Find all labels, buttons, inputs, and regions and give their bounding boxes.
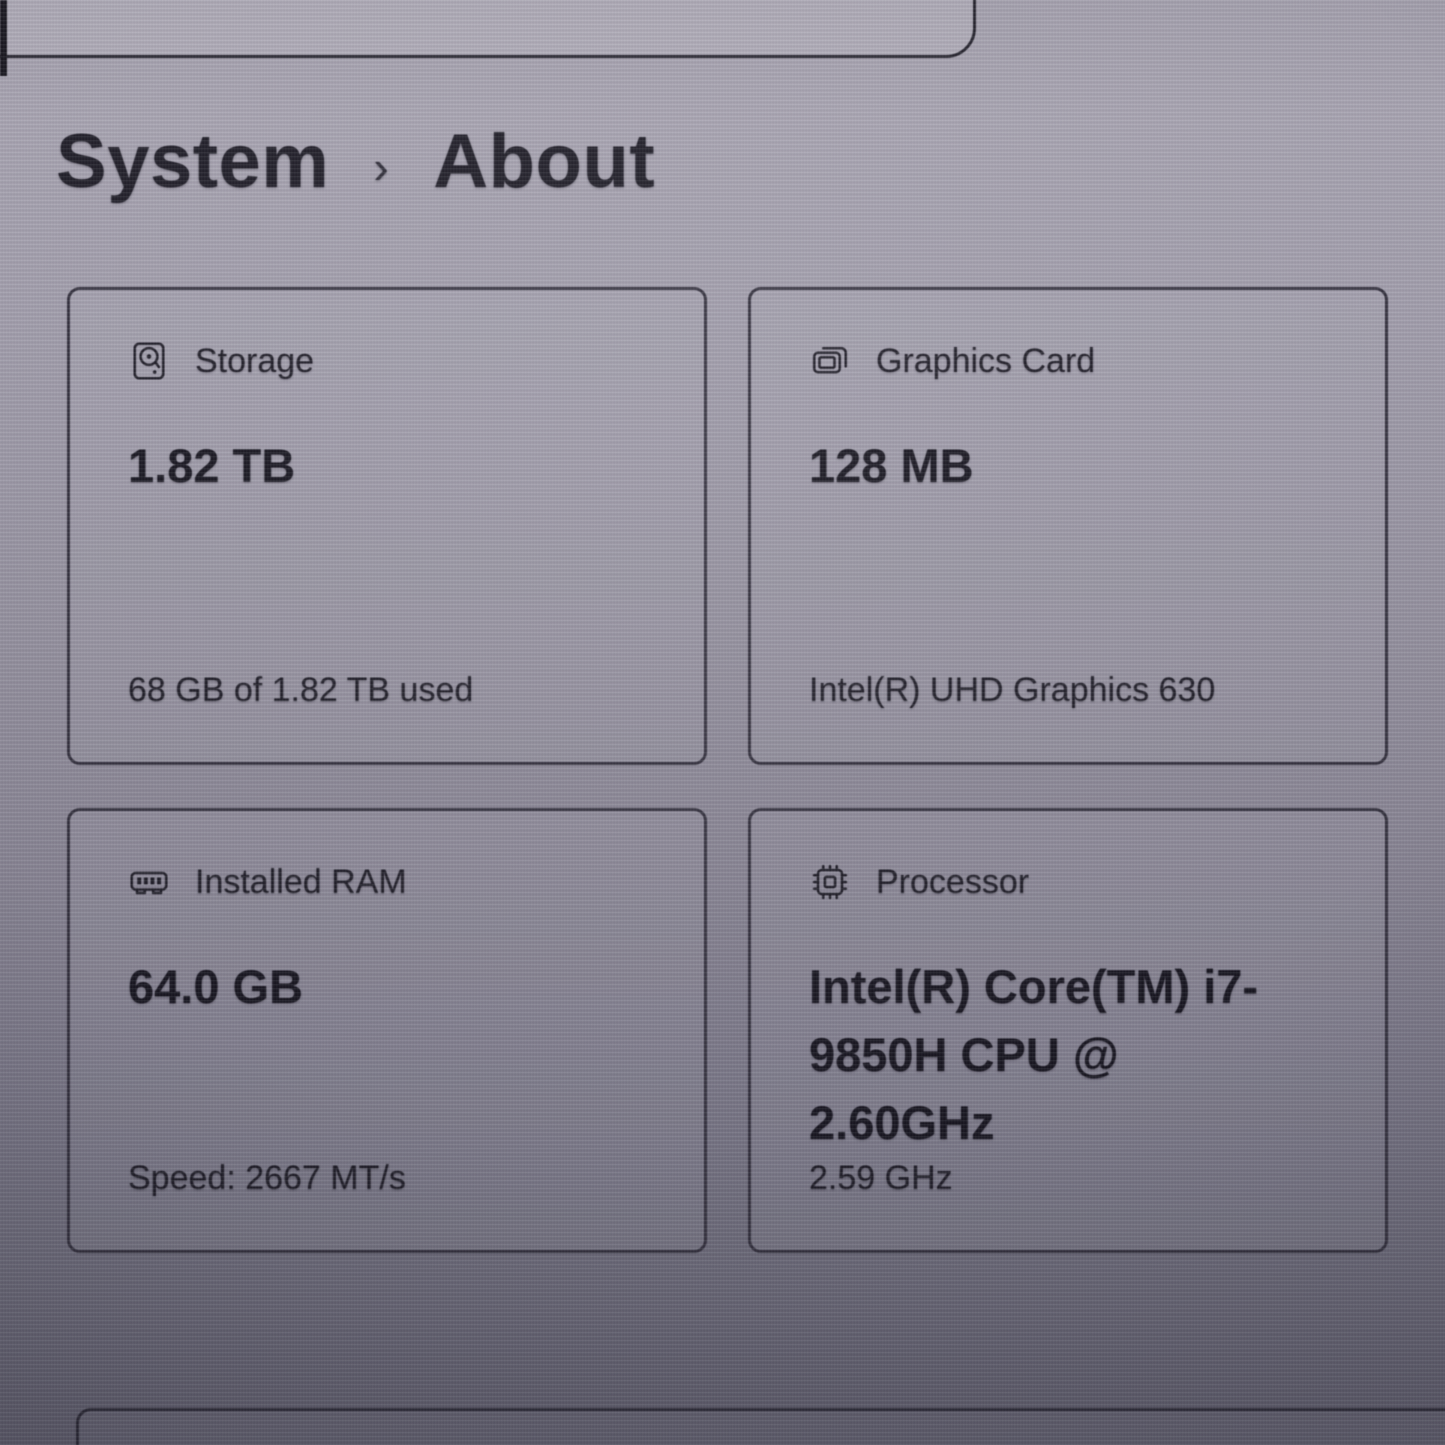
card-title: Processor [876,863,1029,902]
settings-content: System › About [0,0,1445,1445]
card-title: Installed RAM [195,863,407,902]
spec-cards-grid: Storage 1.82 TB 68 GB of 1.82 TB used [67,287,1388,1253]
breadcrumb: System › About [56,118,655,205]
card-title: Storage [195,342,314,381]
graphics-card-icon [809,340,851,382]
ram-value: 64.0 GB [128,953,610,1021]
breadcrumb-system-link[interactable]: System [56,118,329,205]
processor-detail: 2.59 GHz [809,1159,1343,1198]
bottom-partial-card [76,1408,1445,1445]
hard-drive-icon [128,340,170,382]
graphics-value: 128 MB [809,432,1291,500]
page-title: About [433,118,655,205]
processor-card: Processor Intel(R) Core(TM) i7-9850H CPU… [748,808,1388,1253]
memory-chip-icon [128,861,170,903]
top-partial-panel [0,0,976,58]
graphics-detail: Intel(R) UHD Graphics 630 [809,671,1343,710]
chevron-right-icon: › [373,140,389,194]
cpu-icon [809,861,851,903]
storage-value: 1.82 TB [128,432,610,500]
storage-card: Storage 1.82 TB 68 GB of 1.82 TB used [67,287,707,765]
graphics-card-card: Graphics Card 128 MB Intel(R) UHD Graphi… [748,287,1388,765]
system-about-page: System › About [0,0,1445,1445]
card-title: Graphics Card [876,342,1095,381]
processor-value: Intel(R) Core(TM) i7-9850H CPU @ 2.60GHz [809,953,1291,1157]
window-edge-artifact [0,0,7,76]
installed-ram-card: Installed RAM 64.0 GB Speed: 2667 MT/s [67,808,707,1253]
ram-detail: Speed: 2667 MT/s [128,1159,662,1198]
storage-detail: 68 GB of 1.82 TB used [128,671,662,710]
